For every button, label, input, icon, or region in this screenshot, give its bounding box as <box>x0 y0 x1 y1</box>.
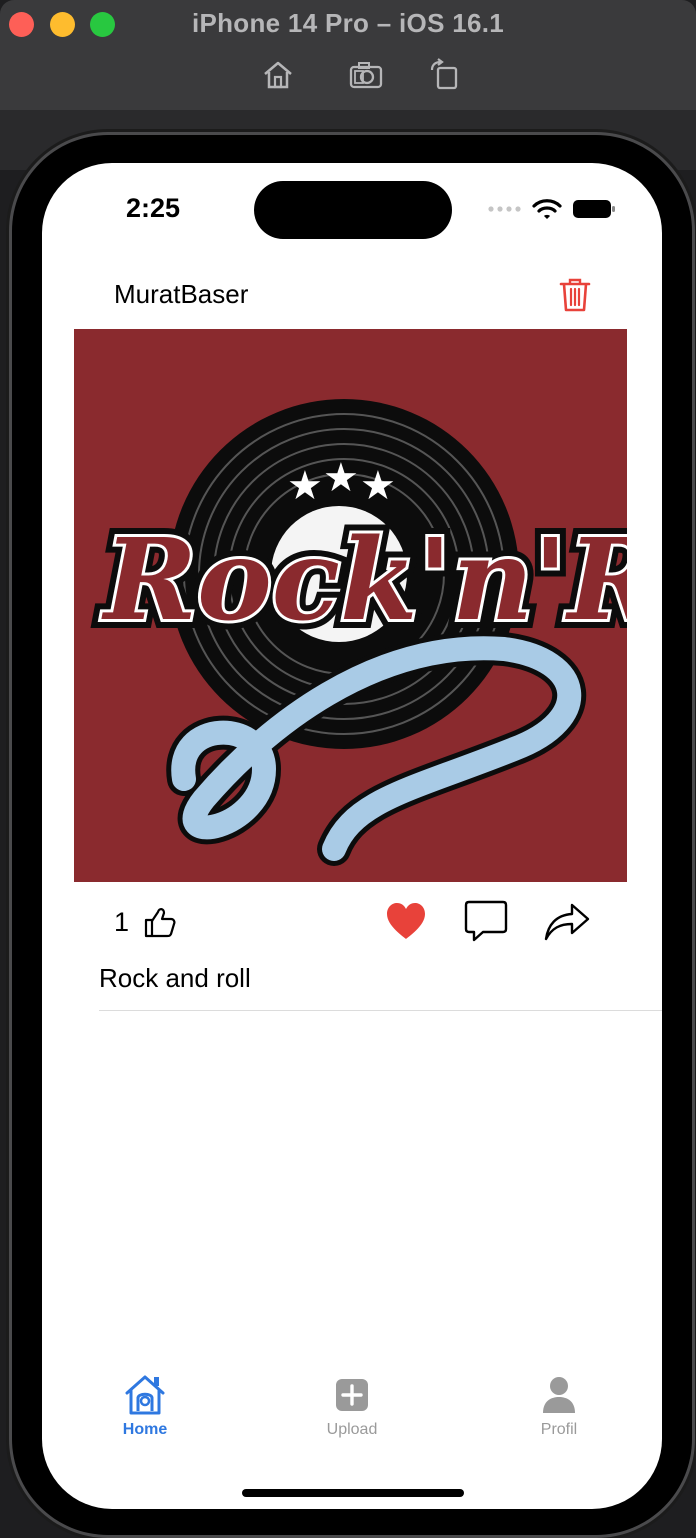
tab-profile[interactable]: Profil <box>499 1371 619 1439</box>
post-image[interactable]: ★ ★ ★ Rock'n'Roll Rock'n'Roll <box>74 329 662 882</box>
battery-icon <box>573 200 615 218</box>
phone-screen: 2:25 MuratBaser ★ ★ ★ Rock'n' Rock'n' 1 … <box>42 163 662 1509</box>
post-caption: Rock and roll <box>99 963 251 993</box>
signal-dots-icon <box>488 206 521 212</box>
person-icon <box>535 1371 583 1419</box>
dynamic-island <box>254 181 452 239</box>
status-icons <box>488 197 616 221</box>
tab-home[interactable]: Home <box>85 1371 205 1439</box>
tab-upload[interactable]: Upload <box>292 1371 412 1439</box>
tab-upload-label: Upload <box>326 1421 378 1438</box>
divider <box>99 1010 662 1011</box>
post-username[interactable]: MuratBaser <box>114 279 248 310</box>
share-icon[interactable] <box>542 901 592 943</box>
tab-profile-label: Profil <box>540 1421 578 1438</box>
home-indicator[interactable] <box>242 1489 464 1497</box>
rotate-icon[interactable] <box>428 58 464 92</box>
svg-text:★: ★ <box>287 463 323 509</box>
tab-home-label: Home <box>122 1421 168 1438</box>
like-count: 1 <box>114 907 130 937</box>
rock-n-roll-vinyl-logo: ★ ★ ★ Rock'n'Roll Rock'n'Roll <box>74 329 662 882</box>
svg-text:★: ★ <box>323 455 359 501</box>
heart-icon[interactable] <box>384 899 428 943</box>
home-icon <box>121 1371 169 1419</box>
tab-bar: Home Upload Profil <box>42 1371 662 1471</box>
svg-text:Rock'n'Roll: Rock'n'Roll <box>101 515 627 646</box>
trash-icon[interactable] <box>558 277 592 313</box>
home-icon[interactable] <box>260 58 296 92</box>
svg-text:★: ★ <box>360 463 396 509</box>
plus-square-icon <box>328 1371 376 1419</box>
status-time: 2:25 <box>126 193 181 223</box>
simulator-title: iPhone 14 Pro – iOS 16.1 <box>191 8 505 38</box>
comment-icon[interactable] <box>462 899 510 943</box>
screenshot-icon[interactable] <box>348 58 384 92</box>
thumbs-up-icon[interactable] <box>140 903 178 941</box>
wifi-icon <box>532 199 562 219</box>
simulator-title-bar: iPhone 14 Pro – iOS 16.1 <box>0 0 696 111</box>
